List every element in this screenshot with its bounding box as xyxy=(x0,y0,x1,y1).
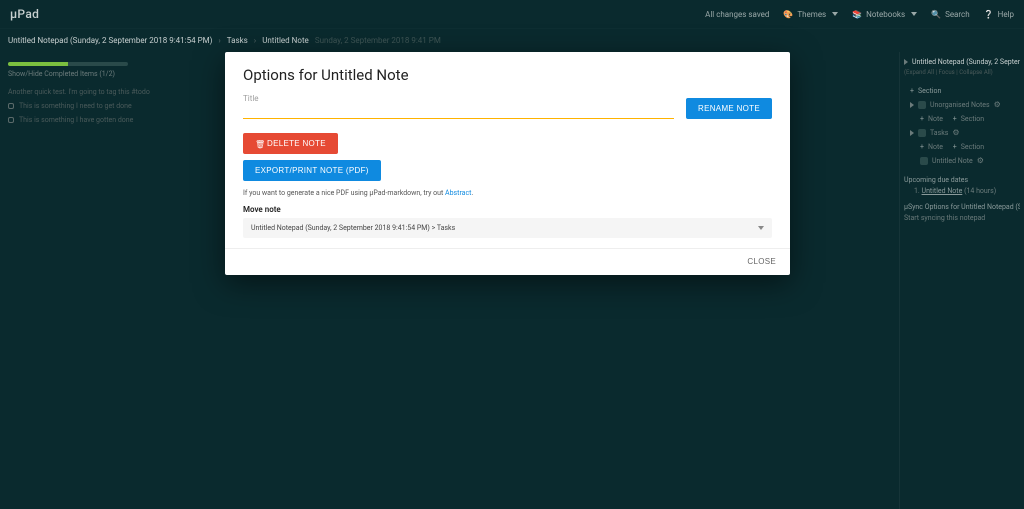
sidebar-note-untitled[interactable]: Untitled Note xyxy=(904,154,1020,168)
trash-icon xyxy=(255,140,263,148)
abstract-link[interactable]: Abstract xyxy=(445,189,471,197)
delete-button[interactable]: Delete Note xyxy=(243,133,338,154)
plus-icon: + xyxy=(920,143,924,151)
move-value: Untitled Notepad (Sunday, 2 September 20… xyxy=(251,224,455,232)
label: Section xyxy=(961,143,984,151)
crumb-notepad[interactable]: Untitled Notepad (Sunday, 2 September 20… xyxy=(8,36,212,45)
chevron-down-icon xyxy=(758,226,764,230)
progress-done xyxy=(8,62,68,66)
help-button[interactable]: ❔ Help xyxy=(984,10,1014,19)
move-label: Move note xyxy=(243,205,772,214)
notebooks-menu[interactable]: 📚 Notebooks xyxy=(852,10,917,19)
topbar: µPad All changes saved 🎨 Themes 📚 Notebo… xyxy=(0,0,1024,28)
crumb-sep: › xyxy=(254,36,256,45)
rename-button[interactable]: Rename Note xyxy=(686,98,772,119)
gear-icon[interactable] xyxy=(994,101,1002,109)
sync-sub[interactable]: Start syncing this notepad xyxy=(904,214,1020,222)
todo-item[interactable]: This is something I need to get done xyxy=(8,102,192,110)
crumb-timestamp: Sunday, 2 September 2018 9:41 PM xyxy=(315,36,441,45)
export-button[interactable]: Export/Print Note (PDF) xyxy=(243,160,381,181)
side-notepad-title[interactable]: Untitled Notepad (Sunday, 2 September 2 xyxy=(904,58,1020,66)
add-note-section[interactable]: + Note + Section xyxy=(904,140,1020,154)
save-status: All changes saved xyxy=(705,10,769,19)
notebooks-icon: 📚 xyxy=(852,10,862,19)
add-section-label: Section xyxy=(918,87,941,95)
plus-icon: + xyxy=(910,87,914,95)
due-when: (14 hours) xyxy=(964,187,996,195)
chevron-down-icon xyxy=(832,12,838,16)
modal-title: Options for Untitled Note xyxy=(243,66,772,84)
crumb-sep: › xyxy=(218,36,220,45)
gear-icon[interactable] xyxy=(952,129,960,137)
label: Note xyxy=(928,115,943,123)
checkbox-icon[interactable] xyxy=(8,103,14,109)
title-field: Title xyxy=(243,94,674,119)
note-icon xyxy=(920,157,928,165)
note-tagline: Another quick test. I'm going to tag thi… xyxy=(8,88,192,96)
chevron-right-icon xyxy=(910,130,914,136)
note-options-modal: Options for Untitled Note Title Rename N… xyxy=(225,52,790,275)
themes-label: Themes xyxy=(797,10,826,19)
search-button[interactable]: 🔍 Search xyxy=(931,10,970,19)
sidebar-unorganised[interactable]: Unorganised Notes xyxy=(904,98,1020,112)
chevron-right-icon xyxy=(904,59,908,65)
plus-icon: + xyxy=(953,115,957,123)
breadcrumb: Untitled Notepad (Sunday, 2 September 20… xyxy=(0,28,1024,52)
todo-label: This is something I have gotten done xyxy=(19,116,133,124)
folder-icon xyxy=(918,101,926,109)
brand-logo: µPad xyxy=(10,7,39,21)
export-label: Export/Print Note (PDF) xyxy=(255,166,369,175)
label: Section xyxy=(961,115,984,123)
folder-icon xyxy=(918,129,926,137)
close-button[interactable]: Close xyxy=(747,257,776,266)
showhide-toggle[interactable]: Show/Hide Completed Items (1/2) xyxy=(8,70,192,78)
chevron-right-icon xyxy=(910,102,914,108)
label: Unorganised Notes xyxy=(930,101,990,109)
due-link[interactable]: Untitled Note xyxy=(922,187,963,195)
expand-collapse-links[interactable]: (Expand All | Focus | Collapse All) xyxy=(904,69,1020,76)
plus-icon: + xyxy=(953,143,957,151)
checkbox-icon[interactable] xyxy=(8,117,14,123)
sync-header: µSync Options for Untitled Notepad (Sund xyxy=(904,203,1020,211)
notebooks-label: Notebooks xyxy=(866,10,905,19)
left-pane: Show/Hide Completed Items (1/2) Another … xyxy=(0,52,200,509)
todo-item[interactable]: This is something I have gotten done xyxy=(8,116,192,124)
delete-label: Delete Note xyxy=(267,139,326,148)
info-pre: If you want to generate a nice PDF using… xyxy=(243,189,445,197)
info-text: If you want to generate a nice PDF using… xyxy=(243,189,772,197)
label: Untitled Note xyxy=(932,157,973,165)
add-section[interactable]: + Section xyxy=(904,84,1020,98)
todo-label: This is something I need to get done xyxy=(19,102,132,110)
sidebar-tasks[interactable]: Tasks xyxy=(904,126,1020,140)
crumb-section[interactable]: Tasks xyxy=(227,36,248,45)
upcoming-header: Upcoming due dates xyxy=(904,176,1020,184)
title-input[interactable] xyxy=(243,103,674,119)
add-note-section[interactable]: + Note + Section xyxy=(904,112,1020,126)
themes-menu[interactable]: 🎨 Themes xyxy=(783,10,838,19)
progress-bar xyxy=(8,62,128,66)
themes-icon: 🎨 xyxy=(783,10,793,19)
due-item[interactable]: 1. Untitled Note (14 hours) xyxy=(904,187,1020,195)
gear-icon[interactable] xyxy=(977,157,985,165)
title-label: Title xyxy=(243,94,674,103)
label: Tasks xyxy=(930,129,948,137)
help-label: Help xyxy=(998,10,1014,19)
crumb-note[interactable]: Untitled Note xyxy=(262,36,309,45)
chevron-down-icon xyxy=(911,12,917,16)
right-pane: Untitled Notepad (Sunday, 2 September 2 … xyxy=(900,52,1024,509)
move-select[interactable]: Untitled Notepad (Sunday, 2 September 20… xyxy=(243,218,772,238)
side-notepad-label: Untitled Notepad (Sunday, 2 September 2 xyxy=(912,58,1020,66)
help-icon: ❔ xyxy=(984,10,994,19)
label: Note xyxy=(928,143,943,151)
plus-icon: + xyxy=(920,115,924,123)
search-label: Search xyxy=(945,10,970,19)
rename-label: Rename Note xyxy=(698,104,760,113)
search-icon: 🔍 xyxy=(931,10,941,19)
